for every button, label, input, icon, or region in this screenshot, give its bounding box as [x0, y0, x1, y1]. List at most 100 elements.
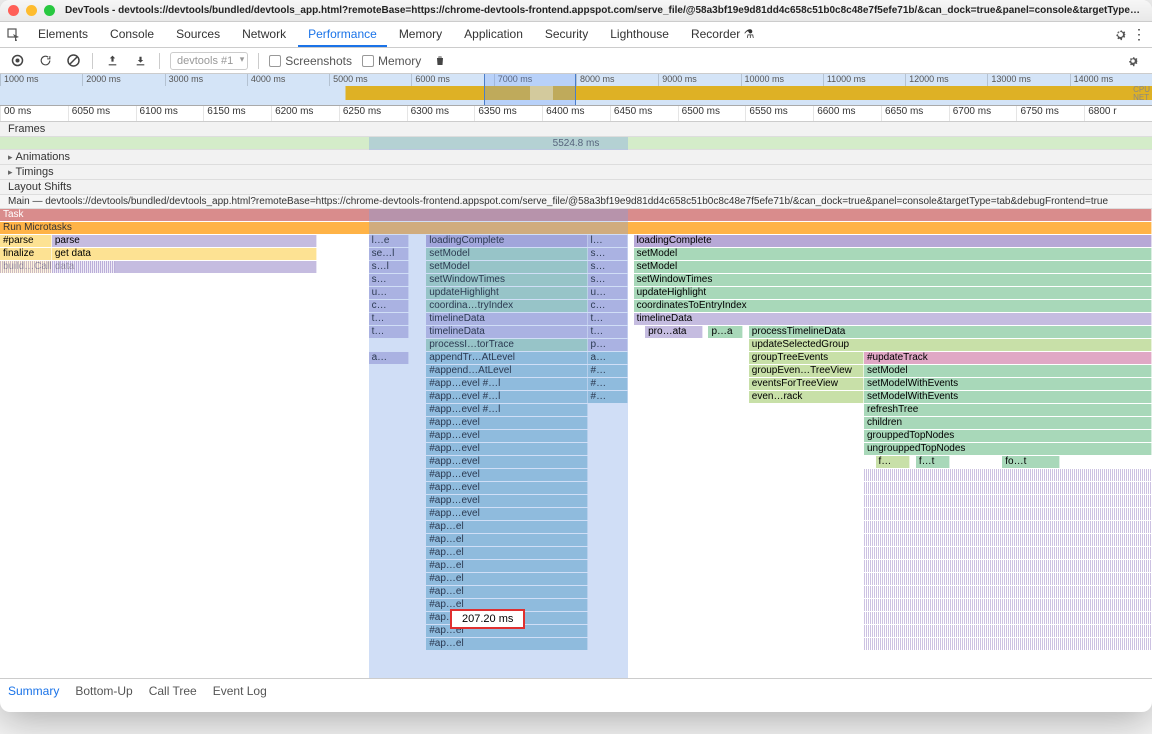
flame-bar[interactable]: u…: [369, 287, 409, 299]
flame-bar[interactable]: t…: [588, 313, 628, 325]
flame-bar[interactable]: #app…evel: [426, 508, 587, 520]
flame-bar[interactable]: setModel: [426, 261, 587, 273]
frame-bar[interactable]: 5524.8 ms: [0, 137, 1152, 150]
flame-bar[interactable]: groupTreeEvents: [749, 352, 864, 364]
flame-bar[interactable]: processI…torTrace: [426, 339, 587, 351]
flame-bar[interactable]: setModel: [634, 248, 1152, 260]
flame-bar[interactable]: get data: [52, 248, 317, 260]
flame-bar[interactable]: processTimelineData: [749, 326, 1152, 338]
flame-bar[interactable]: coordinatesToEntryIndex: [634, 300, 1152, 312]
flame-bar[interactable]: timelineData: [426, 313, 587, 325]
tab-application[interactable]: Application: [454, 23, 533, 47]
tab-sources[interactable]: Sources: [166, 23, 230, 47]
flame-bar[interactable]: #updateTrack: [864, 352, 1152, 364]
flame-bar[interactable]: updateSelectedGroup: [749, 339, 1152, 351]
flame-bar[interactable]: #ap…el: [426, 521, 587, 533]
tab-summary[interactable]: Summary: [8, 684, 59, 698]
microtasks-bar[interactable]: Run Microtasks: [0, 222, 1152, 234]
close-icon[interactable]: [8, 5, 19, 16]
tab-call-tree[interactable]: Call Tree: [149, 684, 197, 698]
flame-bar[interactable]: ungrouppedTopNodes: [864, 443, 1152, 455]
record-button[interactable]: [8, 52, 26, 70]
flame-bar[interactable]: eventsForTreeView: [749, 378, 864, 390]
flame-bar[interactable]: #app…evel: [426, 495, 587, 507]
tab-bottom-up[interactable]: Bottom-Up: [75, 684, 132, 698]
tab-performance[interactable]: Performance: [298, 23, 387, 47]
flame-bar[interactable]: children: [864, 417, 1152, 429]
flame-bar[interactable]: timelineData: [634, 313, 1152, 325]
capture-settings-icon[interactable]: [1124, 52, 1142, 70]
task-bar[interactable]: Task: [0, 209, 1152, 221]
flame-bar[interactable]: refreshTree: [864, 404, 1152, 416]
flame-bar[interactable]: grouppedTopNodes: [864, 430, 1152, 442]
track-animations[interactable]: Animations: [0, 150, 1152, 165]
flame-bar[interactable]: f…: [876, 456, 911, 468]
flame-bar[interactable]: #app…evel: [426, 430, 587, 442]
tab-console[interactable]: Console: [100, 23, 164, 47]
flame-bar[interactable]: s…: [588, 261, 628, 273]
maximize-icon[interactable]: [44, 5, 55, 16]
flame-bar[interactable]: l…e: [369, 235, 409, 247]
flame-bar[interactable]: u…: [588, 287, 628, 299]
memory-checkbox[interactable]: Memory: [362, 54, 421, 68]
flame-bar[interactable]: #parse: [0, 235, 52, 247]
minimize-icon[interactable]: [26, 5, 37, 16]
tab-recorder[interactable]: Recorder ⚗: [681, 23, 764, 47]
flame-bar[interactable]: loadingComplete: [426, 235, 587, 247]
flame-bar[interactable]: setModel: [864, 365, 1152, 377]
flame-bar[interactable]: l…: [588, 235, 628, 247]
flame-bar[interactable]: setModel: [426, 248, 587, 260]
flame-bar[interactable]: s…: [588, 274, 628, 286]
flame-bar[interactable]: setModelWithEvents: [864, 378, 1152, 390]
tab-elements[interactable]: Elements: [28, 23, 98, 47]
download-button[interactable]: [131, 52, 149, 70]
flame-bar[interactable]: s…: [369, 274, 409, 286]
flame-bar[interactable]: #app…evel: [426, 456, 587, 468]
flame-bar[interactable]: #ap…el: [426, 586, 587, 598]
flame-bar[interactable]: #ap…el: [426, 547, 587, 559]
flame-bar[interactable]: t…: [369, 313, 409, 325]
flame-bar[interactable]: setModelWithEvents: [864, 391, 1152, 403]
flamechart-ruler[interactable]: 00 ms6050 ms6100 ms6150 ms6200 ms6250 ms…: [0, 106, 1152, 122]
flame-bar[interactable]: a…: [588, 352, 628, 364]
flame-bar[interactable]: setWindowTimes: [426, 274, 587, 286]
screenshots-checkbox[interactable]: Screenshots: [269, 54, 352, 68]
flame-bar[interactable]: setWindowTimes: [634, 274, 1152, 286]
flame-bar[interactable]: coordina…tryIndex: [426, 300, 587, 312]
flame-bar[interactable]: s…l: [369, 261, 409, 273]
flame-bar[interactable]: #ap…el: [426, 534, 587, 546]
flame-bar[interactable]: c…: [588, 300, 628, 312]
flame-bar[interactable]: t…: [369, 326, 409, 338]
flame-bar[interactable]: #ap…el: [426, 560, 587, 572]
flame-bar[interactable]: #ap…el: [426, 573, 587, 585]
flame-bar[interactable]: f…t: [916, 456, 951, 468]
flame-bar[interactable]: #app…evel #…l: [426, 404, 587, 416]
track-timings[interactable]: Timings: [0, 165, 1152, 180]
flame-bar[interactable]: #app…evel: [426, 469, 587, 481]
upload-button[interactable]: [103, 52, 121, 70]
flame-bar[interactable]: #app…evel: [426, 482, 587, 494]
flame-bar[interactable]: a…: [369, 352, 409, 364]
tab-event-log[interactable]: Event Log: [213, 684, 267, 698]
flamechart[interactable]: Frames 5524.8 ms Animations Timings Layo…: [0, 122, 1152, 692]
flame-bar[interactable]: timelineData: [426, 326, 587, 338]
tab-security[interactable]: Security: [535, 23, 598, 47]
reload-button[interactable]: [36, 52, 54, 70]
flame-bar[interactable]: pro…ata: [645, 326, 703, 338]
flame-bar[interactable]: #app…evel: [426, 417, 587, 429]
flame-bar[interactable]: parse: [52, 235, 317, 247]
flame-bar[interactable]: #…: [588, 365, 628, 377]
flame-bar[interactable]: s…: [588, 248, 628, 260]
target-dropdown[interactable]: devtools #1: [170, 52, 248, 70]
flame-bar[interactable]: finalize: [0, 248, 52, 260]
flame-bar[interactable]: #…: [588, 391, 628, 403]
flame-bar[interactable]: #…: [588, 378, 628, 390]
flame-bar[interactable]: p…a: [708, 326, 743, 338]
track-layout-shifts[interactable]: Layout Shifts: [0, 180, 1152, 195]
flame-bar[interactable]: c…: [369, 300, 409, 312]
inspect-element-icon[interactable]: [6, 27, 22, 43]
flame-bar[interactable]: groupEven…TreeView: [749, 365, 864, 377]
flame-bar[interactable]: #app…evel: [426, 443, 587, 455]
flame-bar[interactable]: even…rack: [749, 391, 864, 403]
flame-bar[interactable]: setModel: [634, 261, 1152, 273]
